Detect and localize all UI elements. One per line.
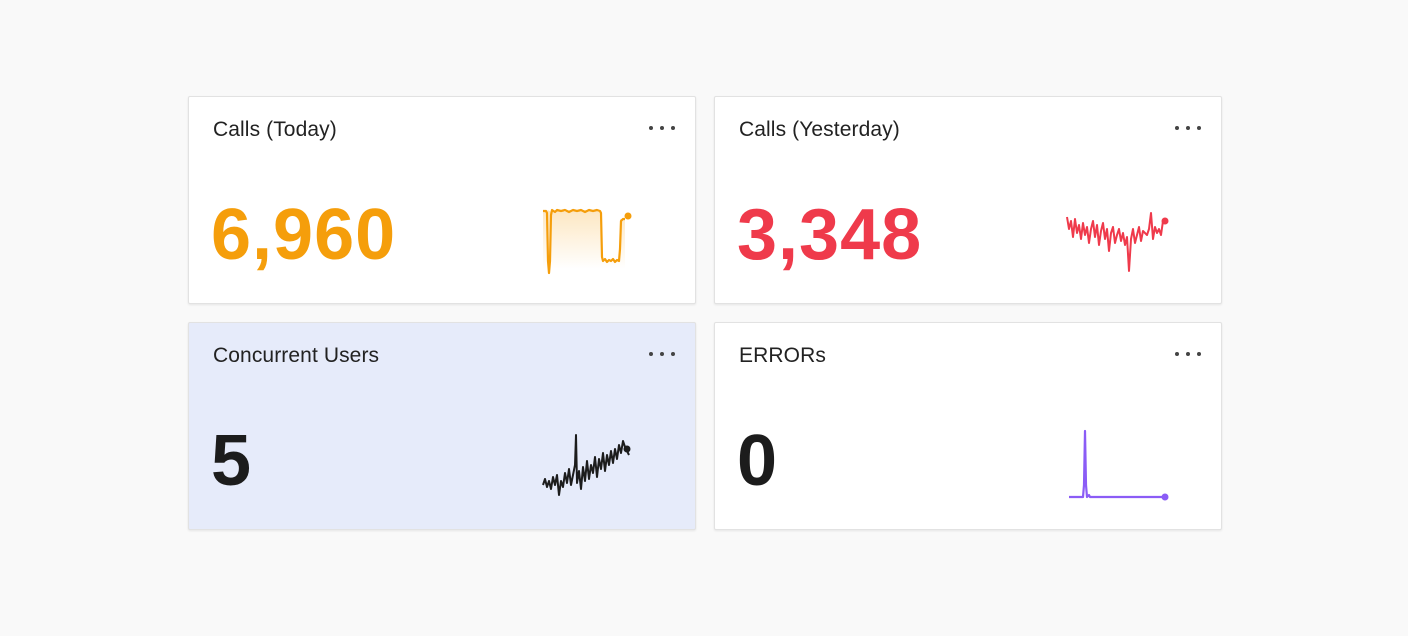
more-options-icon[interactable]	[1175, 121, 1201, 135]
metric-value: 5	[211, 421, 253, 501]
sparkline-chart	[542, 434, 631, 496]
card-title: Concurrent Users	[213, 344, 380, 367]
metric-value: 6,960	[211, 195, 397, 275]
sparkline-chart	[1069, 429, 1169, 501]
metrics-grid: Calls (Today) 6,960 Calls (Yesterday) 3,…	[188, 96, 1224, 531]
metric-card-calls-today[interactable]: Calls (Today) 6,960	[188, 96, 696, 304]
metric-card-calls-yesterday[interactable]: Calls (Yesterday) 3,348	[714, 96, 1222, 304]
card-title: Calls (Today)	[213, 118, 337, 141]
more-options-icon[interactable]	[1175, 347, 1201, 361]
sparkline-chart	[543, 208, 632, 275]
card-title: ERRORs	[739, 344, 826, 367]
more-options-icon[interactable]	[649, 121, 675, 135]
metric-value: 3,348	[737, 195, 923, 275]
sparkline-chart	[1066, 212, 1169, 272]
card-title: Calls (Yesterday)	[739, 118, 900, 141]
metric-card-concurrent-users[interactable]: Concurrent Users 5	[188, 322, 696, 530]
metric-value: 0	[737, 421, 779, 501]
metric-card-errors[interactable]: ERRORs 0	[714, 322, 1222, 530]
more-options-icon[interactable]	[649, 347, 675, 361]
